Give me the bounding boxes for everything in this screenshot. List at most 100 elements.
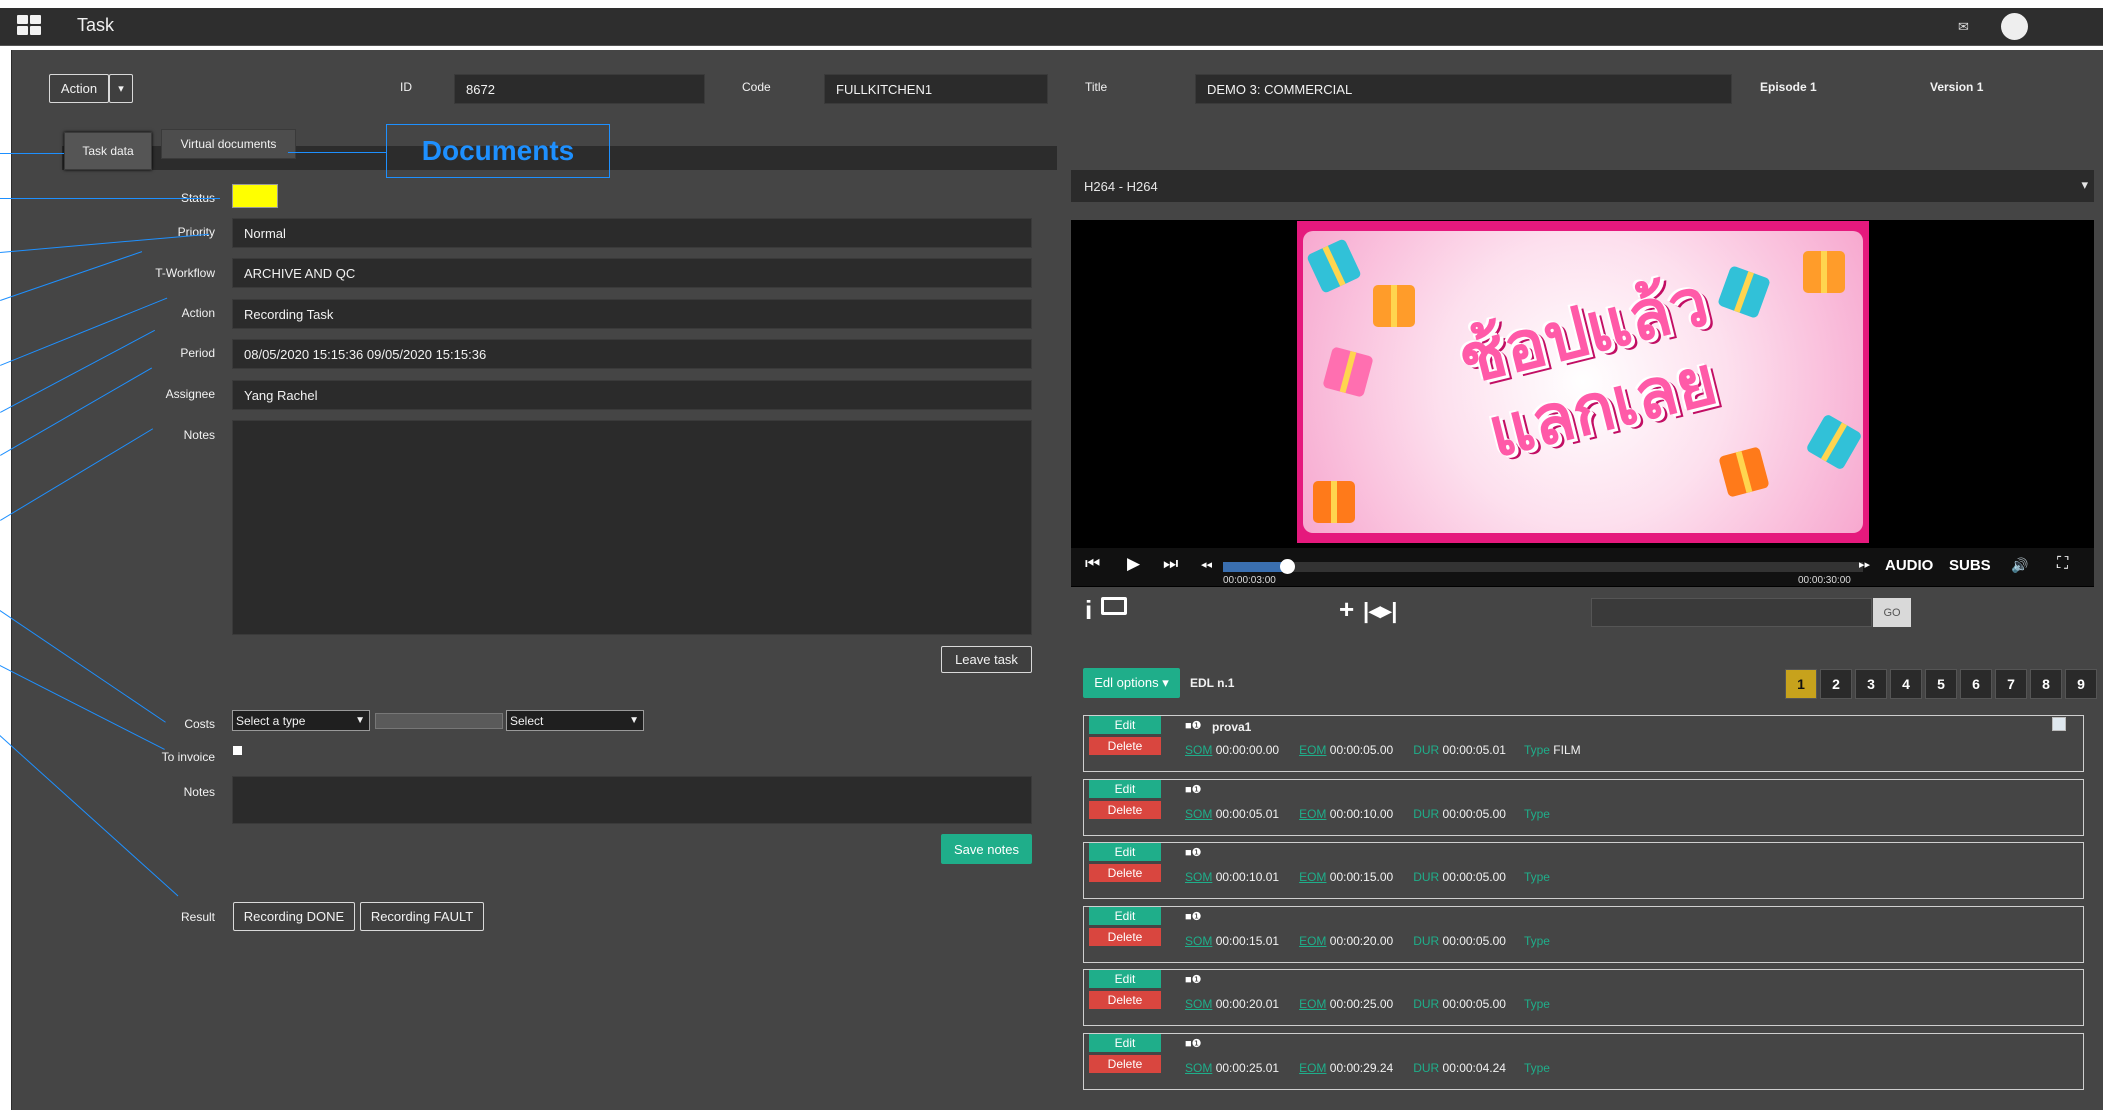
assignee-field[interactable]: Yang Rachel <box>232 380 1032 410</box>
title-field[interactable]: DEMO 3: COMMERCIAL <box>1195 74 1732 104</box>
current-time: 00:00:03:00 <box>1223 575 1276 586</box>
subs-button[interactable]: SUBS <box>1949 557 1991 574</box>
video-frame-art: ช้อปแล้ว แลกเลย <box>1303 231 1863 533</box>
gift-icon <box>1373 285 1415 327</box>
edl-options-button[interactable]: Edl options ▾ <box>1083 668 1180 698</box>
costs-amount-input[interactable] <box>375 713 503 729</box>
audio-button[interactable]: AUDIO <box>1885 557 1933 574</box>
monitor-icon[interactable] <box>1101 597 1127 615</box>
clip-info-icon[interactable]: ■❶ <box>1185 910 1202 923</box>
notes2-textarea[interactable] <box>232 776 1032 824</box>
clip-info-icon[interactable]: ■❶ <box>1185 973 1202 986</box>
version-label: Version 1 <box>1930 80 1984 94</box>
edit-button[interactable]: Edit <box>1089 843 1161 862</box>
page-button[interactable]: 1 <box>1785 669 1817 699</box>
add-icon[interactable]: + <box>1339 594 1354 625</box>
format-select[interactable]: H264 - H264 ▾ <box>1071 170 2094 202</box>
page-button[interactable]: 8 <box>2030 669 2062 699</box>
eom-link[interactable]: EOM <box>1299 997 1326 1011</box>
status-indicator[interactable] <box>232 184 278 208</box>
code-label: Code <box>742 80 771 94</box>
edit-button[interactable]: Edit <box>1089 1034 1161 1052</box>
step-back-icon[interactable]: ◂◂ <box>1201 558 1212 571</box>
recording-done-button[interactable]: Recording DONE <box>233 902 355 931</box>
period-field[interactable]: 08/05/2020 15:15:36 09/05/2020 15:15:36 <box>232 339 1032 369</box>
edit-button[interactable]: Edit <box>1089 716 1161 734</box>
mail-icon[interactable]: ✉ <box>1958 19 1969 35</box>
delete-button[interactable]: Delete <box>1089 800 1161 819</box>
code-field[interactable]: FULLKITCHEN1 <box>824 74 1048 104</box>
page-button[interactable]: 2 <box>1820 669 1852 699</box>
tab-virtual-documents[interactable]: Virtual documents <box>161 129 296 159</box>
seek-bar[interactable] <box>1223 559 1863 574</box>
timecode-input[interactable] <box>1591 598 1872 627</box>
priority-field[interactable]: Normal <box>232 218 1032 248</box>
costs-select[interactable]: Select ▼ <box>506 710 644 731</box>
delete-button[interactable]: Delete <box>1089 927 1161 946</box>
som-link[interactable]: SOM <box>1185 934 1212 948</box>
documents-callout: Documents <box>386 124 610 178</box>
info-icon[interactable]: i <box>1085 595 1092 626</box>
seek-handle[interactable] <box>1280 559 1295 574</box>
workflow-field[interactable]: ARCHIVE AND QC <box>232 258 1032 288</box>
gift-icon <box>1803 251 1845 293</box>
volume-icon[interactable]: 🔊 <box>2011 557 2028 574</box>
recording-fault-button[interactable]: Recording FAULT <box>360 902 484 931</box>
clip-info-icon[interactable]: ■❶ <box>1185 783 1202 796</box>
eom-link[interactable]: EOM <box>1299 807 1326 821</box>
save-notes-button[interactable]: Save notes <box>941 834 1032 864</box>
eom-link[interactable]: EOM <box>1299 934 1326 948</box>
clip-info-icon[interactable]: ■❶ <box>1185 846 1202 859</box>
som-link[interactable]: SOM <box>1185 870 1212 884</box>
som-link[interactable]: SOM <box>1185 997 1212 1011</box>
dur-value: 00:00:05.01 <box>1442 743 1506 757</box>
type-value: FILM <box>1553 743 1581 757</box>
clip-info-icon[interactable]: ■❶ <box>1185 719 1202 732</box>
page-button[interactable]: 9 <box>2065 669 2097 699</box>
page-button[interactable]: 4 <box>1890 669 1922 699</box>
delete-button[interactable]: Delete <box>1089 737 1161 755</box>
action-field[interactable]: Recording Task <box>232 299 1032 329</box>
som-link[interactable]: SOM <box>1185 743 1212 757</box>
go-button[interactable]: GO <box>1873 598 1911 627</box>
edit-button[interactable]: Edit <box>1089 906 1161 925</box>
notes-textarea[interactable] <box>232 420 1032 635</box>
page-title: Task <box>77 15 115 35</box>
page-button[interactable]: 7 <box>1995 669 2027 699</box>
to-invoice-checkbox[interactable] <box>233 746 242 755</box>
edl-row: Edit Delete ■❶ SOM 00:00:20.01 EOM 00:00:25.… <box>1083 969 2084 1027</box>
tab-task-data[interactable]: Task data <box>64 132 152 170</box>
edl-row-times: SOM 00:00:25.01 EOM 00:00:29.24 DUR 00:00:… <box>1185 1061 1550 1075</box>
delete-button[interactable]: Delete <box>1089 864 1161 883</box>
step-forward-icon[interactable]: ▸▸ <box>1859 558 1870 571</box>
action-button[interactable]: Action <box>49 74 109 103</box>
eom-link[interactable]: EOM <box>1299 870 1326 884</box>
page-button[interactable]: 3 <box>1855 669 1887 699</box>
to-invoice-label: To invoice <box>161 750 215 764</box>
delete-button[interactable]: Delete <box>1089 1055 1161 1073</box>
page-button[interactable]: 5 <box>1925 669 1957 699</box>
skip-back-icon[interactable]: ⏮ <box>1085 554 1100 574</box>
skip-forward-icon[interactable]: ⏭ <box>1163 554 1178 574</box>
eom-link[interactable]: EOM <box>1299 743 1326 757</box>
delete-button[interactable]: Delete <box>1089 991 1161 1010</box>
type-label: Type <box>1523 806 1550 821</box>
avatar[interactable] <box>2001 13 2028 40</box>
page-button[interactable]: 6 <box>1960 669 1992 699</box>
som-link[interactable]: SOM <box>1185 807 1212 821</box>
apps-grid-icon[interactable] <box>17 15 42 37</box>
fullscreen-icon[interactable]: ⛶ <box>2057 555 2068 573</box>
som-link[interactable]: SOM <box>1185 1061 1212 1075</box>
leave-task-button[interactable]: Leave task <box>941 646 1032 673</box>
play-icon[interactable]: ▶ <box>1127 554 1140 574</box>
eom-link[interactable]: EOM <box>1299 1061 1326 1075</box>
edit-button[interactable]: Edit <box>1089 970 1161 989</box>
action-dropdown-toggle[interactable]: ▾ <box>109 74 133 103</box>
edit-button[interactable]: Edit <box>1089 779 1161 798</box>
mark-in-out-icon[interactable]: |◂▸| <box>1363 598 1397 624</box>
id-field[interactable]: 8672 <box>454 74 705 104</box>
clip-info-icon[interactable]: ■❶ <box>1185 1037 1202 1050</box>
costs-type-select[interactable]: Select a type ▼ <box>232 710 370 731</box>
som-value: 00:00:00.00 <box>1215 743 1280 757</box>
chevron-down-icon: ▾ <box>2081 177 2088 192</box>
